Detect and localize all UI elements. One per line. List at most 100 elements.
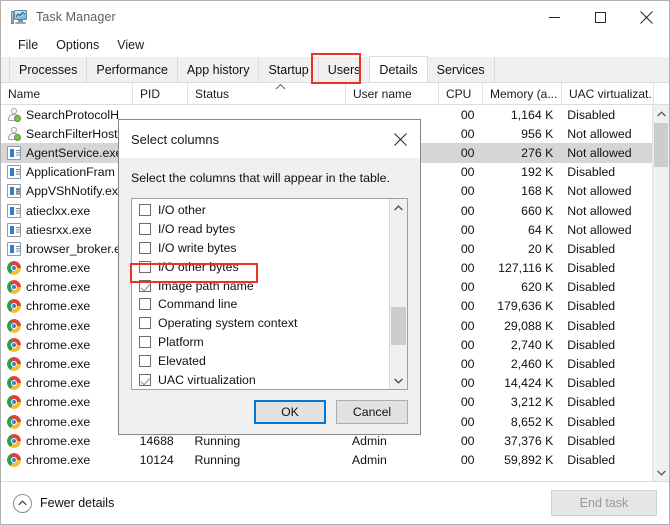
tab-performance[interactable]: Performance: [86, 57, 178, 82]
column-option-item[interactable]: Image path name: [132, 276, 389, 295]
checkbox-checked-icon[interactable]: [139, 279, 151, 292]
tab-processes[interactable]: Processes: [9, 57, 88, 82]
process-name: chrome.exe: [26, 299, 91, 314]
process-name: chrome.exe: [26, 280, 91, 295]
process-name: ApplicationFram: [26, 165, 115, 180]
checkbox-unchecked-icon[interactable]: [139, 298, 151, 311]
column-header-uac-virtualization[interactable]: UAC virtualizat...: [562, 83, 654, 105]
menu-item-file[interactable]: File: [9, 36, 47, 55]
checkbox-unchecked-icon[interactable]: [139, 335, 151, 348]
tab-app-history[interactable]: App history: [176, 57, 260, 82]
cell-name: chrome.exe: [1, 431, 133, 450]
scrollbar-thumb[interactable]: [654, 123, 668, 167]
cell-uac: Disabled: [567, 452, 616, 467]
dialog-close-button[interactable]: [380, 121, 420, 158]
tab-details[interactable]: Details: [369, 56, 428, 82]
user-process-icon: [7, 126, 21, 141]
title-bar: Task Manager: [1, 1, 669, 33]
cell-uac: Not allowed: [567, 184, 632, 199]
cell-name: atiesrxx.exe: [1, 220, 133, 239]
column-option-label: Image path name: [158, 278, 254, 293]
cell-cpu: 00: [460, 280, 475, 295]
process-name: chrome.exe: [26, 376, 91, 391]
column-header-pid[interactable]: PID: [133, 83, 188, 105]
column-option-item[interactable]: Command line: [132, 295, 389, 314]
close-button[interactable]: [623, 2, 669, 33]
listbox-scrollbar-thumb[interactable]: [391, 307, 406, 345]
cell-cpu: 00: [460, 107, 475, 122]
chrome-icon: [7, 357, 21, 372]
column-option-item[interactable]: I/O other bytes: [132, 257, 389, 276]
listbox-scrollbar[interactable]: [389, 199, 407, 389]
ok-button[interactable]: OK: [254, 400, 326, 424]
end-task-button[interactable]: End task: [551, 490, 657, 516]
cell-cpu: 00: [460, 126, 475, 141]
cell-name: AppVShNotify.ex: [1, 182, 133, 201]
table-header-row: Name PID Status User name CPU Memory (a.…: [1, 83, 669, 105]
column-header-cpu[interactable]: CPU: [439, 83, 483, 105]
cell-cpu: 00: [460, 261, 475, 276]
fewer-details-button[interactable]: Fewer details: [13, 493, 115, 513]
chrome-icon: [7, 337, 21, 352]
menu-item-view[interactable]: View: [108, 36, 153, 55]
table-scrollbar[interactable]: [652, 105, 669, 481]
column-option-item[interactable]: I/O read bytes: [132, 220, 389, 239]
checkbox-checked-icon[interactable]: [139, 373, 151, 386]
process-name: atieclxx.exe: [26, 203, 91, 218]
scroll-down-icon[interactable]: [653, 464, 669, 481]
table-row[interactable]: chrome.exe 10124 Running Admin 00 59,892 K Dis…: [1, 450, 652, 469]
dialog-title: Select columns: [131, 131, 220, 147]
column-option-item[interactable]: Elevated: [132, 351, 389, 370]
column-option-label: Command line: [158, 297, 238, 312]
cell-memory: 2,460 K: [510, 357, 554, 372]
cell-memory: 620 K: [521, 280, 554, 295]
checkbox-unchecked-icon[interactable]: [139, 204, 151, 217]
column-option-item[interactable]: I/O write bytes: [132, 239, 389, 258]
column-header-name[interactable]: Name: [1, 83, 133, 105]
cell-uac: Disabled: [567, 376, 616, 391]
column-option-label: I/O other: [158, 203, 206, 218]
column-header-status[interactable]: Status: [188, 83, 346, 105]
chrome-icon: [7, 318, 21, 333]
user-process-icon: [7, 107, 21, 122]
cell-name: chrome.exe: [1, 259, 133, 278]
menu-item-options[interactable]: Options: [47, 36, 108, 55]
ascending-sort-arrow-icon: [275, 83, 286, 94]
fewer-details-label: Fewer details: [40, 496, 115, 510]
scroll-up-icon[interactable]: [390, 199, 407, 216]
cell-name: ApplicationFram: [1, 163, 133, 182]
checkbox-unchecked-icon[interactable]: [139, 260, 151, 273]
columns-listbox[interactable]: I/O other I/O read bytes I/O write bytes I/…: [131, 198, 408, 390]
column-option-item[interactable]: UAC virtualization: [132, 370, 389, 389]
column-option-label: I/O other bytes: [158, 259, 239, 274]
cancel-button[interactable]: Cancel: [336, 400, 408, 424]
cell-memory: 64 K: [528, 222, 554, 237]
cell-cpu: 00: [460, 433, 475, 448]
cell-memory: 59,892 K: [504, 452, 554, 467]
cell-cpu: 00: [460, 318, 475, 333]
cell-cpu: 00: [460, 241, 475, 256]
scroll-up-icon[interactable]: [653, 105, 669, 122]
cell-name: chrome.exe: [1, 393, 133, 412]
checkbox-unchecked-icon[interactable]: [139, 223, 151, 236]
chrome-icon: [7, 376, 21, 391]
process-name: atiesrxx.exe: [26, 222, 92, 237]
tab-startup[interactable]: Startup: [258, 57, 319, 82]
column-option-item[interactable]: Operating system context: [132, 314, 389, 333]
chrome-icon: [7, 433, 21, 448]
minimize-button[interactable]: [531, 2, 577, 33]
maximize-button[interactable]: [577, 2, 623, 33]
column-option-item[interactable]: Platform: [132, 333, 389, 352]
cell-name: chrome.exe: [1, 450, 133, 469]
checkbox-unchecked-icon[interactable]: [139, 317, 151, 330]
checkbox-unchecked-icon[interactable]: [139, 241, 151, 254]
tab-users[interactable]: Users: [317, 57, 371, 82]
column-option-item[interactable]: I/O other: [132, 201, 389, 220]
checkbox-unchecked-icon[interactable]: [139, 354, 151, 367]
column-header-user-name[interactable]: User name: [346, 83, 439, 105]
column-header-memory[interactable]: Memory (a...: [483, 83, 562, 105]
tab-services[interactable]: Services: [426, 57, 495, 82]
cell-memory: 3,212 K: [510, 395, 554, 410]
scroll-down-icon[interactable]: [390, 372, 407, 389]
chrome-icon: [7, 395, 21, 410]
